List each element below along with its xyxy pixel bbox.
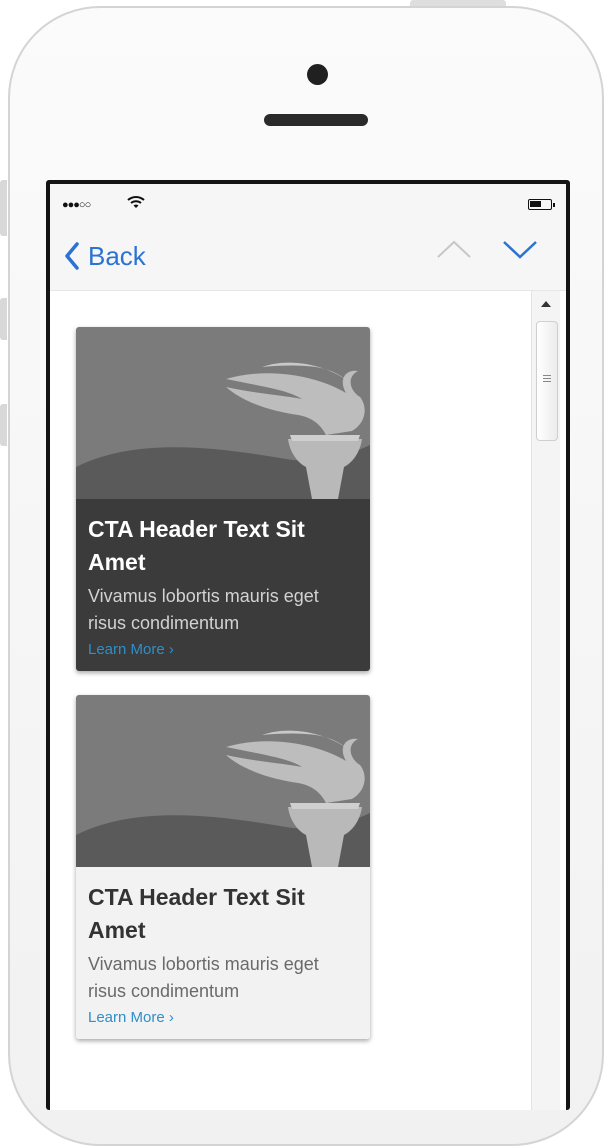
chevron-down-icon[interactable] <box>502 238 538 260</box>
back-button[interactable]: Back <box>64 236 146 276</box>
card-description: Vivamus lobortis mauris eget risus condi… <box>88 954 319 1001</box>
scrollbar[interactable] <box>531 291 560 1110</box>
earpiece-speaker <box>264 114 368 126</box>
scroll-thumb[interactable] <box>536 321 558 441</box>
display: ●●●○○ Back CTA Header Text Sit Amet Viva… <box>50 184 566 1110</box>
chevron-left-icon <box>65 242 79 270</box>
card-body: CTA Header Text Sit Amet Vivamus loborti… <box>76 499 370 671</box>
card-image <box>76 695 370 867</box>
mute-switch <box>0 180 7 236</box>
front-camera <box>307 64 328 85</box>
scroll-up-arrow-icon[interactable] <box>541 301 551 307</box>
volume-down-button <box>0 404 7 446</box>
card-title: CTA Header Text Sit Amet <box>88 516 305 575</box>
learn-more-link[interactable]: Learn More › <box>88 641 174 658</box>
grip-line <box>543 381 551 382</box>
card-description: Vivamus lobortis mauris eget risus condi… <box>88 586 319 633</box>
torch-icon <box>76 362 370 499</box>
volume-up-button <box>0 298 7 340</box>
card-title: CTA Header Text Sit Amet <box>88 884 305 943</box>
navigation-bar: Back <box>50 222 566 291</box>
signal-dots-icon: ●●●○○ <box>62 199 91 211</box>
phone-screen: ●●●○○ Back CTA Header Text Sit Amet Viva… <box>46 180 570 1110</box>
torch-icon <box>76 730 370 867</box>
learn-more-link[interactable]: Learn More › <box>88 1009 174 1026</box>
cta-card[interactable]: CTA Header Text Sit Amet Vivamus loborti… <box>76 327 370 671</box>
grip-line <box>543 378 551 379</box>
message-content: CTA Header Text Sit Amet Vivamus loborti… <box>50 291 566 1110</box>
wifi-icon <box>127 196 145 208</box>
cta-card[interactable]: CTA Header Text Sit Amet Vivamus loborti… <box>76 695 370 1039</box>
card-body: CTA Header Text Sit Amet Vivamus loborti… <box>76 867 370 1039</box>
grip-line <box>543 375 551 376</box>
chevron-up-icon[interactable] <box>436 238 472 260</box>
battery-icon <box>528 199 555 210</box>
status-bar: ●●●○○ <box>50 184 566 222</box>
card-image <box>76 327 370 499</box>
back-label: Back <box>88 240 146 271</box>
